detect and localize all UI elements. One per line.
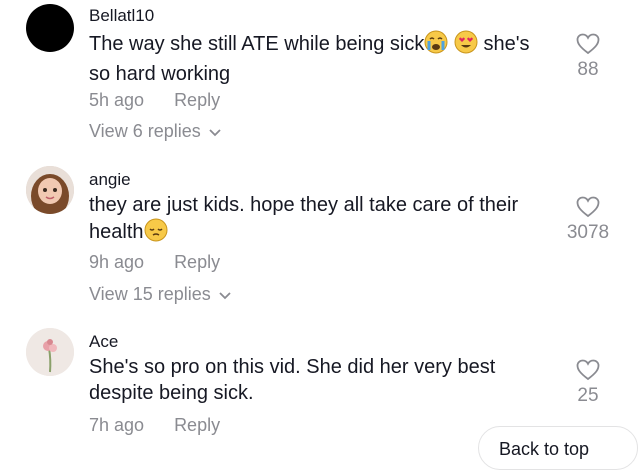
view-replies-label: View 15 replies [89, 284, 211, 304]
comment-username[interactable]: angie [89, 170, 131, 190]
comment-meta: 9h ago Reply [89, 252, 220, 273]
comment-text-part: She's so pro on this vid. She did her ve… [89, 356, 496, 404]
like-button[interactable]: 88 [558, 33, 618, 81]
heart-eyes-emoji-icon [454, 30, 478, 61]
comment-time: 7h ago [89, 415, 145, 435]
like-button[interactable]: 25 [558, 359, 618, 407]
avatar-image-icon [26, 166, 74, 214]
avatar[interactable] [26, 166, 74, 214]
back-to-top-button[interactable]: Back to top [478, 426, 638, 470]
heart-icon [558, 359, 618, 381]
heart-icon [558, 33, 618, 55]
heart-icon [546, 196, 630, 218]
comment-time: 5h ago [89, 90, 145, 110]
reply-button[interactable]: Reply [174, 90, 220, 110]
avatar[interactable] [26, 328, 74, 376]
comment-text: She's so pro on this vid. She did her ve… [89, 354, 539, 406]
comment-username[interactable]: Bellatl10 [89, 6, 154, 26]
crying-face-emoji-icon [424, 30, 448, 61]
comment-text: The way she still ATE while being sick s… [89, 30, 539, 87]
reply-button[interactable]: Reply [174, 252, 220, 272]
view-replies-label: View 6 replies [89, 121, 201, 141]
pensive-face-emoji-icon [144, 218, 168, 249]
chevron-down-icon [209, 121, 221, 142]
reply-button[interactable]: Reply [174, 415, 220, 435]
comment-meta: 7h ago Reply [89, 415, 220, 436]
comment-text: they are just kids. hope they all take c… [89, 192, 539, 249]
like-count: 25 [577, 385, 599, 406]
flower-icon [26, 328, 74, 376]
comment-time: 9h ago [89, 252, 145, 272]
like-count: 3078 [566, 222, 610, 243]
comment-username[interactable]: Ace [89, 332, 118, 352]
like-count: 88 [577, 59, 599, 80]
back-to-top-label: Back to top [499, 439, 590, 459]
like-button[interactable]: 3078 [546, 196, 630, 244]
comment-text-part: The way she still ATE while being sick [89, 33, 425, 55]
chevron-down-icon [219, 284, 231, 305]
view-replies-button[interactable]: View 6 replies [89, 121, 221, 142]
comment-meta: 5h ago Reply [89, 90, 220, 111]
avatar[interactable] [26, 4, 74, 52]
view-replies-button[interactable]: View 15 replies [89, 284, 231, 305]
